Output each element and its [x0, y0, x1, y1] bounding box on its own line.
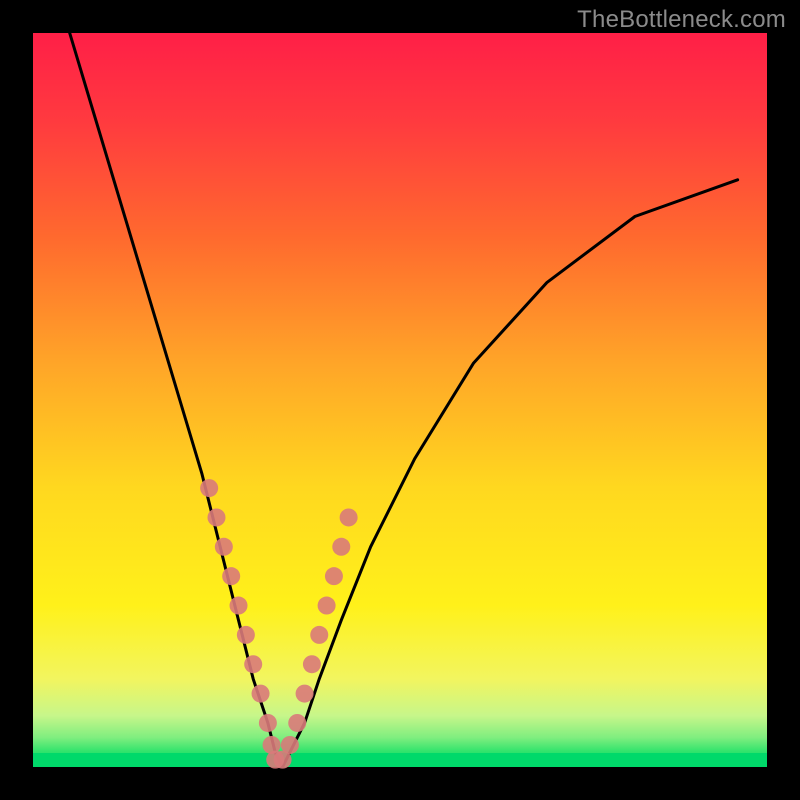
sample-dot: [288, 714, 306, 732]
bottleneck-curve: [70, 33, 738, 767]
chart-svg: [33, 33, 767, 767]
plot-area: [33, 33, 767, 767]
sample-dot: [281, 736, 299, 754]
chart-frame: TheBottleneck.com: [0, 0, 800, 800]
sample-dot: [340, 508, 358, 526]
sample-dot: [237, 626, 255, 644]
sample-dot: [215, 538, 233, 556]
sample-dot: [222, 567, 240, 585]
sample-dot: [230, 597, 248, 615]
sample-dot: [310, 626, 328, 644]
sample-dot: [200, 479, 218, 497]
sample-dots: [200, 479, 357, 769]
sample-dot: [303, 655, 321, 673]
sample-dot: [244, 655, 262, 673]
sample-dot: [208, 508, 226, 526]
sample-dot: [296, 685, 314, 703]
sample-dot: [259, 714, 277, 732]
sample-dot: [318, 597, 336, 615]
sample-dot: [252, 685, 270, 703]
sample-dot: [325, 567, 343, 585]
sample-dot: [332, 538, 350, 556]
watermark-text: TheBottleneck.com: [577, 6, 786, 34]
